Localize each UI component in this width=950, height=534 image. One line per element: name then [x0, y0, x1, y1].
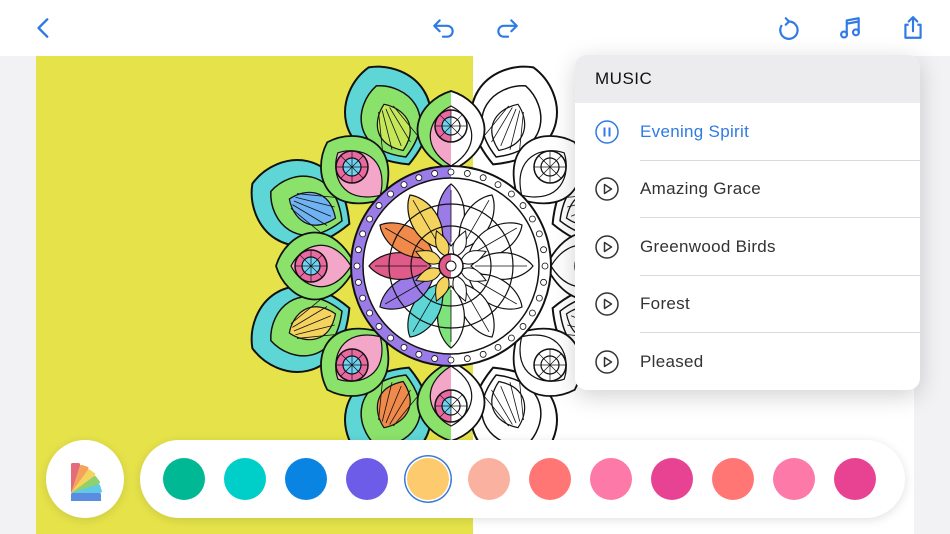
music-header: MUSIC: [575, 55, 920, 103]
palette-picker-button[interactable]: [46, 440, 124, 518]
color-swatch[interactable]: [224, 458, 266, 500]
music-button[interactable]: [832, 10, 868, 46]
color-swatch[interactable]: [468, 458, 510, 500]
chevron-left-icon: [37, 18, 49, 38]
track-name: Pleased: [640, 351, 704, 371]
track-item[interactable]: Amazing Grace: [575, 161, 920, 218]
track-name: Forest: [640, 294, 690, 314]
color-swatch[interactable]: [346, 458, 388, 500]
music-popover: MUSIC Evening Spirit Amazing Grace Greenwo…: [575, 55, 920, 390]
track-list: Evening Spirit Amazing Grace Greenwood Bir…: [575, 103, 920, 390]
color-swatch[interactable]: [712, 458, 754, 500]
play-icon[interactable]: [595, 177, 619, 201]
reset-icon: [779, 17, 799, 40]
track-item[interactable]: Greenwood Birds: [575, 218, 920, 276]
undo-button[interactable]: [426, 10, 462, 46]
color-swatch[interactable]: [529, 458, 571, 500]
track-item[interactable]: Pleased: [575, 333, 920, 390]
top-toolbar: [0, 0, 950, 56]
color-swatch[interactable]: [590, 458, 632, 500]
music-note-icon: [840, 17, 860, 39]
color-swatch[interactable]: [407, 458, 449, 500]
color-swatch[interactable]: [651, 458, 693, 500]
color-swatch[interactable]: [285, 458, 327, 500]
track-name: Amazing Grace: [640, 179, 762, 199]
play-icon[interactable]: [595, 292, 619, 316]
pause-icon[interactable]: [595, 120, 619, 144]
share-icon: [904, 16, 922, 39]
color-swatch[interactable]: [834, 458, 876, 500]
track-name: Greenwood Birds: [640, 236, 776, 256]
color-swatch[interactable]: [163, 458, 205, 500]
color-swatch-bar: [140, 440, 905, 518]
color-fan-icon: [71, 463, 102, 501]
track-name: Evening Spirit: [640, 121, 750, 141]
share-button[interactable]: [895, 10, 931, 46]
play-icon[interactable]: [595, 350, 619, 374]
color-swatch[interactable]: [773, 458, 815, 500]
reset-button[interactable]: [771, 10, 807, 46]
redo-icon: [497, 19, 518, 38]
back-button[interactable]: [26, 10, 62, 46]
track-item[interactable]: Forest: [575, 276, 920, 333]
undo-icon: [433, 19, 454, 38]
redo-button[interactable]: [489, 10, 525, 46]
play-icon[interactable]: [595, 235, 619, 259]
track-item[interactable]: Evening Spirit: [575, 103, 920, 161]
